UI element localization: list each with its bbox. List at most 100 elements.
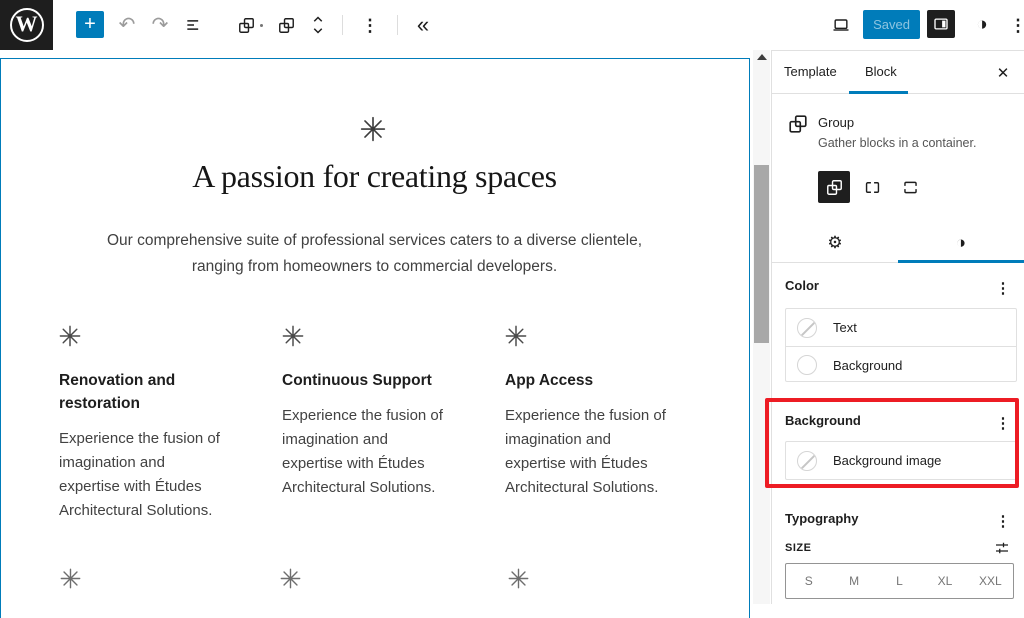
block-type-button[interactable] — [274, 13, 298, 37]
half-circle-icon: ◑ — [976, 15, 987, 34]
canvas-scrollbar[interactable] — [753, 50, 770, 604]
move-block-buttons[interactable] — [306, 13, 330, 37]
tab-template[interactable]: Template — [784, 64, 837, 79]
scrollbar-up-arrow[interactable] — [757, 54, 767, 60]
service-column[interactable]: Continuous Support Experience the fusion… — [282, 325, 487, 500]
row-variation-icon — [863, 178, 882, 197]
asterisk-icon — [60, 568, 81, 589]
color-options-button[interactable]: ⋮ — [990, 276, 1016, 300]
typography-options-button[interactable]: ⋮ — [990, 509, 1016, 533]
chevron-up-down-icon — [309, 14, 327, 36]
view-preview-button[interactable] — [829, 13, 853, 37]
asterisk-icon — [505, 325, 710, 347]
half-circle-icon: ◑ — [956, 233, 966, 253]
background-color-row[interactable]: Background — [786, 346, 1016, 383]
asterisk-icon — [508, 568, 529, 589]
active-tab-underline — [849, 91, 908, 94]
background-options-button[interactable]: ⋮ — [990, 411, 1016, 435]
sidebar-icon — [932, 15, 950, 33]
editor-top-bar: W + ↶ ↷ ⋮ « Saved ◑ ⋮ — [0, 0, 1024, 50]
settings-styles-tab-bar: ⚙ ◑ — [772, 223, 1024, 263]
toolbar-divider — [342, 15, 343, 35]
toolbar-divider — [397, 15, 398, 35]
close-sidebar-button[interactable]: ✕ — [990, 60, 1016, 86]
text-color-swatch-none-icon — [797, 318, 817, 338]
background-image-row[interactable]: Background image — [786, 442, 1016, 479]
styles-button[interactable]: ◑ — [970, 12, 994, 36]
group-variation-icon — [825, 178, 844, 197]
scrollbar-thumb[interactable] — [754, 165, 769, 343]
service-title: Continuous Support — [282, 369, 487, 392]
redo-icon: ↷ — [152, 15, 169, 35]
double-chevron-left-icon: « — [417, 14, 429, 36]
active-tab-underline — [898, 260, 1024, 263]
stack-variation-icon — [901, 178, 920, 197]
sidebar-tab-bar: Template Block ✕ — [772, 51, 1024, 94]
add-block-button[interactable]: + — [76, 11, 104, 38]
document-overview-button[interactable] — [182, 13, 206, 37]
wordpress-logo-button[interactable]: W — [0, 0, 53, 50]
block-options-button[interactable]: ⋮ — [358, 13, 382, 37]
service-title: App Access — [505, 369, 710, 392]
section-title: Background — [785, 413, 861, 428]
color-section-header: Color ⋮ — [772, 278, 1024, 298]
asterisk-icon — [360, 116, 386, 142]
size-option-xxl[interactable]: XXL — [968, 564, 1013, 598]
group-block-icon — [277, 16, 296, 35]
service-description: Experience the fusion of imagination and… — [505, 404, 710, 500]
asterisk-icon — [280, 568, 301, 589]
service-description: Experience the fusion of imagination and… — [282, 404, 487, 500]
size-option-s[interactable]: S — [786, 564, 831, 598]
variation-group-button[interactable] — [818, 171, 850, 203]
variation-stack-button[interactable] — [894, 171, 926, 203]
wordpress-logo-icon: W — [10, 8, 44, 42]
size-option-l[interactable]: L — [877, 564, 922, 598]
service-column[interactable]: App Access Experience the fusion of imag… — [505, 325, 710, 500]
background-tools-box: Background image — [785, 441, 1017, 480]
tab-settings[interactable]: ⚙ — [821, 229, 849, 257]
variation-row-button[interactable] — [856, 171, 888, 203]
block-card-title: Group — [818, 115, 854, 130]
toolbar-separator-dot — [260, 24, 263, 27]
size-option-xl[interactable]: XL — [922, 564, 967, 598]
service-title: Renovation and restoration — [59, 369, 264, 415]
redo-button[interactable]: ↷ — [148, 13, 172, 37]
editor-canvas-selected-group[interactable]: A passion for creating spaces Our compre… — [0, 58, 750, 618]
settings-sidebar-toggle-button[interactable] — [927, 10, 955, 38]
kebab-icon: ⋮ — [1010, 17, 1024, 34]
size-label: SIZE — [785, 542, 811, 554]
asterisk-icon — [59, 325, 264, 347]
list-view-icon — [184, 15, 204, 35]
page-heading[interactable]: A passion for creating spaces — [1, 158, 748, 195]
background-color-swatch-icon — [797, 355, 817, 375]
editor-options-button[interactable]: ⋮ — [1006, 13, 1024, 37]
gear-icon: ⚙ — [827, 233, 842, 253]
laptop-icon — [831, 15, 851, 35]
section-title: Color — [785, 278, 819, 293]
tab-block[interactable]: Block — [865, 64, 897, 79]
page-intro-paragraph[interactable]: Our comprehensive suite of professional … — [1, 228, 748, 280]
size-option-m[interactable]: M — [831, 564, 876, 598]
font-size-segmented-control: S M L XL XXL — [785, 563, 1014, 599]
kebab-icon: ⋮ — [362, 17, 379, 34]
sliders-icon — [993, 539, 1011, 557]
intro-line: ranging from homeowners to commercial de… — [1, 254, 748, 280]
intro-line: Our comprehensive suite of professional … — [1, 228, 748, 254]
group-block-icon — [237, 16, 256, 35]
size-settings-button[interactable] — [988, 537, 1016, 561]
select-group-block-button[interactable] — [234, 13, 258, 37]
collapse-toolbar-button[interactable]: « — [411, 13, 435, 37]
saved-button[interactable]: Saved — [863, 10, 920, 39]
undo-icon: ↶ — [119, 15, 136, 35]
typography-section-header: Typography ⋮ — [772, 511, 1024, 531]
color-tools-box: Text Background — [785, 308, 1017, 382]
text-color-row[interactable]: Text — [786, 309, 1016, 346]
undo-button[interactable]: ↶ — [115, 13, 139, 37]
background-image-swatch-none-icon — [797, 451, 817, 471]
section-title: Typography — [785, 511, 858, 526]
service-column[interactable]: Renovation and restoration Experience th… — [59, 325, 264, 523]
background-section-header: Background ⋮ — [772, 413, 1024, 433]
tab-styles[interactable]: ◑ — [947, 229, 975, 257]
group-block-icon — [787, 113, 809, 140]
block-card-description: Gather blocks in a container. — [818, 136, 976, 150]
